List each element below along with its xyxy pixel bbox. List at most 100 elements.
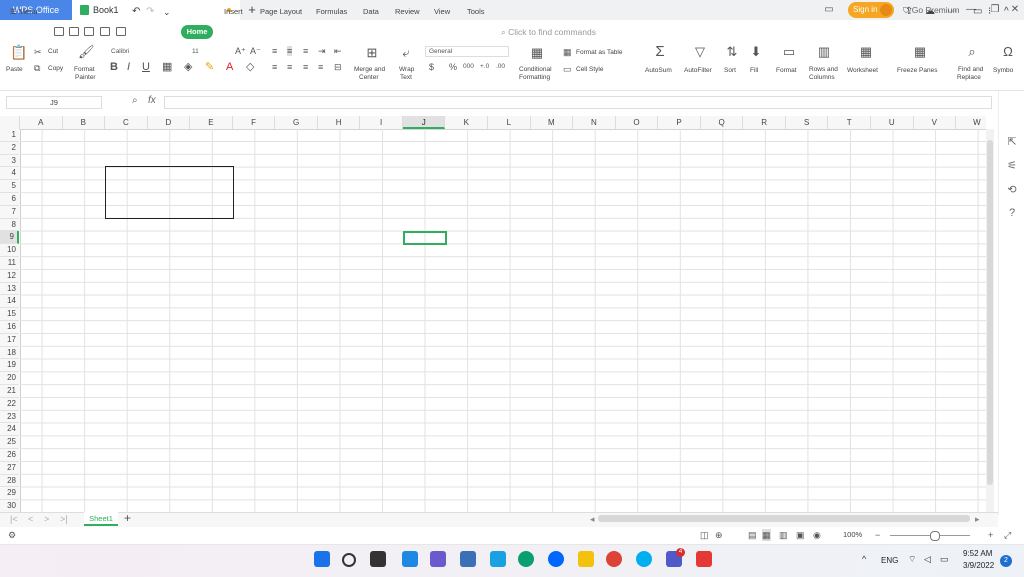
column-header-e[interactable]: E [190, 116, 233, 129]
wifi-icon[interactable]: ⌔ [908, 554, 916, 565]
sign-in-button[interactable]: Sign in [848, 2, 894, 18]
share-icon[interactable]: ⇪ [905, 0, 913, 22]
widgets-icon[interactable] [402, 551, 418, 567]
row-header-6[interactable]: 6 [0, 193, 19, 206]
row-header-17[interactable]: 17 [0, 334, 19, 347]
select-all-corner[interactable] [0, 116, 20, 129]
cut-icon[interactable]: ✂ [34, 47, 42, 57]
justify-icon[interactable]: ≡ [318, 62, 323, 72]
row-header-14[interactable]: 14 [0, 295, 19, 309]
align-middle-icon[interactable]: ≡ [287, 46, 293, 56]
find-replace-label-2[interactable]: Replace [957, 74, 981, 82]
clear-format-icon[interactable]: ◇ [246, 62, 254, 73]
add-sheet-plus-icon[interactable]: + [124, 512, 131, 525]
task-view-icon[interactable] [370, 551, 386, 567]
edge-icon[interactable] [518, 551, 534, 567]
column-header-s[interactable]: S [786, 116, 829, 129]
zoom-in-icon[interactable]: + [988, 529, 993, 541]
filter-icon[interactable]: ▽ [692, 45, 708, 59]
align-top-icon[interactable]: ≡ [272, 46, 277, 56]
clock-date[interactable]: 3/9/2022 [963, 561, 994, 570]
format-as-table-button[interactable]: Format as Table [576, 49, 622, 57]
new-tab-plus-icon[interactable]: + [246, 0, 258, 20]
fullscreen-icon[interactable]: ⤢ [1004, 529, 1011, 541]
underline-button[interactable]: U [142, 62, 150, 73]
wrap-text-label-1[interactable]: Wrap [399, 66, 414, 74]
row-header-26[interactable]: 26 [0, 449, 19, 462]
row-header-11[interactable]: 11 [0, 257, 19, 270]
reading-mode-icon[interactable]: ▣ [796, 529, 805, 541]
first-sheet-icon[interactable]: |< [10, 512, 18, 526]
worksheet-icon[interactable]: ▦ [858, 45, 874, 59]
normal-view-icon[interactable]: ▦ [762, 529, 771, 541]
row-header-1[interactable]: 1 [0, 129, 19, 142]
properties-icon[interactable]: ⚟ [1005, 159, 1019, 172]
column-header-g[interactable]: G [275, 116, 318, 129]
freeze-view-icon[interactable]: ⊕ [715, 529, 723, 541]
bold-button[interactable]: B [110, 62, 118, 73]
print-icon[interactable] [100, 27, 110, 36]
main-menu-button[interactable]: ☰ Menu [10, 0, 38, 22]
column-header-f[interactable]: F [233, 116, 276, 129]
wps-office-taskbar-icon[interactable] [696, 551, 712, 567]
conditional-formatting-icon[interactable]: ▦ [529, 46, 545, 60]
row-header-2[interactable]: 2 [0, 142, 19, 155]
sort-icon[interactable]: ⇅ [724, 45, 740, 59]
windows-start-icon[interactable] [314, 551, 330, 567]
print-preview-icon[interactable] [116, 27, 126, 36]
tab-page-layout[interactable]: Page Layout [260, 0, 302, 22]
cell-fill-icon[interactable]: ◈ [184, 62, 192, 73]
outdent-icon[interactable]: ⇤ [334, 46, 342, 56]
battery-icon[interactable]: ▭ [940, 554, 949, 565]
row-header-25[interactable]: 25 [0, 436, 19, 449]
insert-function-button[interactable]: fx [148, 95, 156, 106]
find-replace-label-1[interactable]: Find and [958, 66, 983, 74]
column-header-v[interactable]: V [914, 116, 957, 129]
macro-icon[interactable]: ⚙ [8, 529, 16, 541]
conditional-formatting-label-1[interactable]: Conditional [519, 66, 552, 74]
tab-review[interactable]: Review [395, 0, 420, 22]
row-header-18[interactable]: 18 [0, 347, 19, 360]
active-cell-j9[interactable] [403, 231, 447, 245]
tab-book1[interactable]: Book1 [72, 0, 240, 20]
indent-icon[interactable]: ⇥ [318, 46, 326, 56]
zalo-icon[interactable] [548, 551, 564, 567]
row-header-23[interactable]: 23 [0, 411, 19, 424]
wrap-text-icon[interactable]: ⤶ [398, 46, 414, 60]
row-header-22[interactable]: 22 [0, 398, 19, 411]
format-painter-label-2[interactable]: Painter [75, 74, 96, 82]
customize-chevron-icon[interactable]: ⌄ [163, 0, 171, 22]
zoom-slider-knob[interactable] [930, 531, 940, 541]
help-icon[interactable]: ? [1005, 207, 1019, 219]
format-icon[interactable]: ▭ [781, 45, 797, 59]
format-painter-label-1[interactable]: Format [74, 66, 95, 74]
tab-insert[interactable]: Insert [224, 0, 243, 22]
align-bottom-icon[interactable]: ≡ [303, 46, 308, 56]
select-cursor-icon[interactable]: ⇱ [1005, 135, 1019, 148]
eye-protection-icon[interactable]: ◉ [813, 529, 821, 541]
column-header-c[interactable]: C [105, 116, 148, 129]
autosum-button[interactable]: AutoSum [645, 67, 672, 75]
chat-icon[interactable] [430, 551, 446, 567]
next-sheet-icon[interactable]: > [44, 512, 49, 526]
protect-icon[interactable]: ◫ [700, 529, 709, 541]
row-header-8[interactable]: 8 [0, 219, 19, 232]
column-header-b[interactable]: B [63, 116, 106, 129]
column-header-j[interactable]: J [402, 116, 446, 129]
sort-button[interactable]: Sort [724, 67, 736, 75]
search-taskbar-icon[interactable] [342, 553, 356, 567]
row-header-10[interactable]: 10 [0, 244, 19, 257]
column-header-q[interactable]: Q [701, 116, 744, 129]
row-header-5[interactable]: 5 [0, 180, 19, 193]
row-header-28[interactable]: 28 [0, 475, 19, 488]
column-header-i[interactable]: I [360, 116, 403, 129]
thousands-button[interactable]: 000 [463, 62, 474, 72]
row-header-16[interactable]: 16 [0, 321, 19, 334]
file-explorer-icon[interactable] [578, 551, 594, 567]
pinned-app-icon[interactable] [490, 551, 506, 567]
number-format-select[interactable]: General [425, 46, 509, 57]
increase-decimal-button[interactable]: +.0 [480, 62, 489, 72]
more-options-icon[interactable]: ⋯ [947, 0, 957, 22]
column-header-k[interactable]: K [446, 116, 489, 129]
format-painter-icon[interactable]: 🖌 [78, 45, 95, 59]
